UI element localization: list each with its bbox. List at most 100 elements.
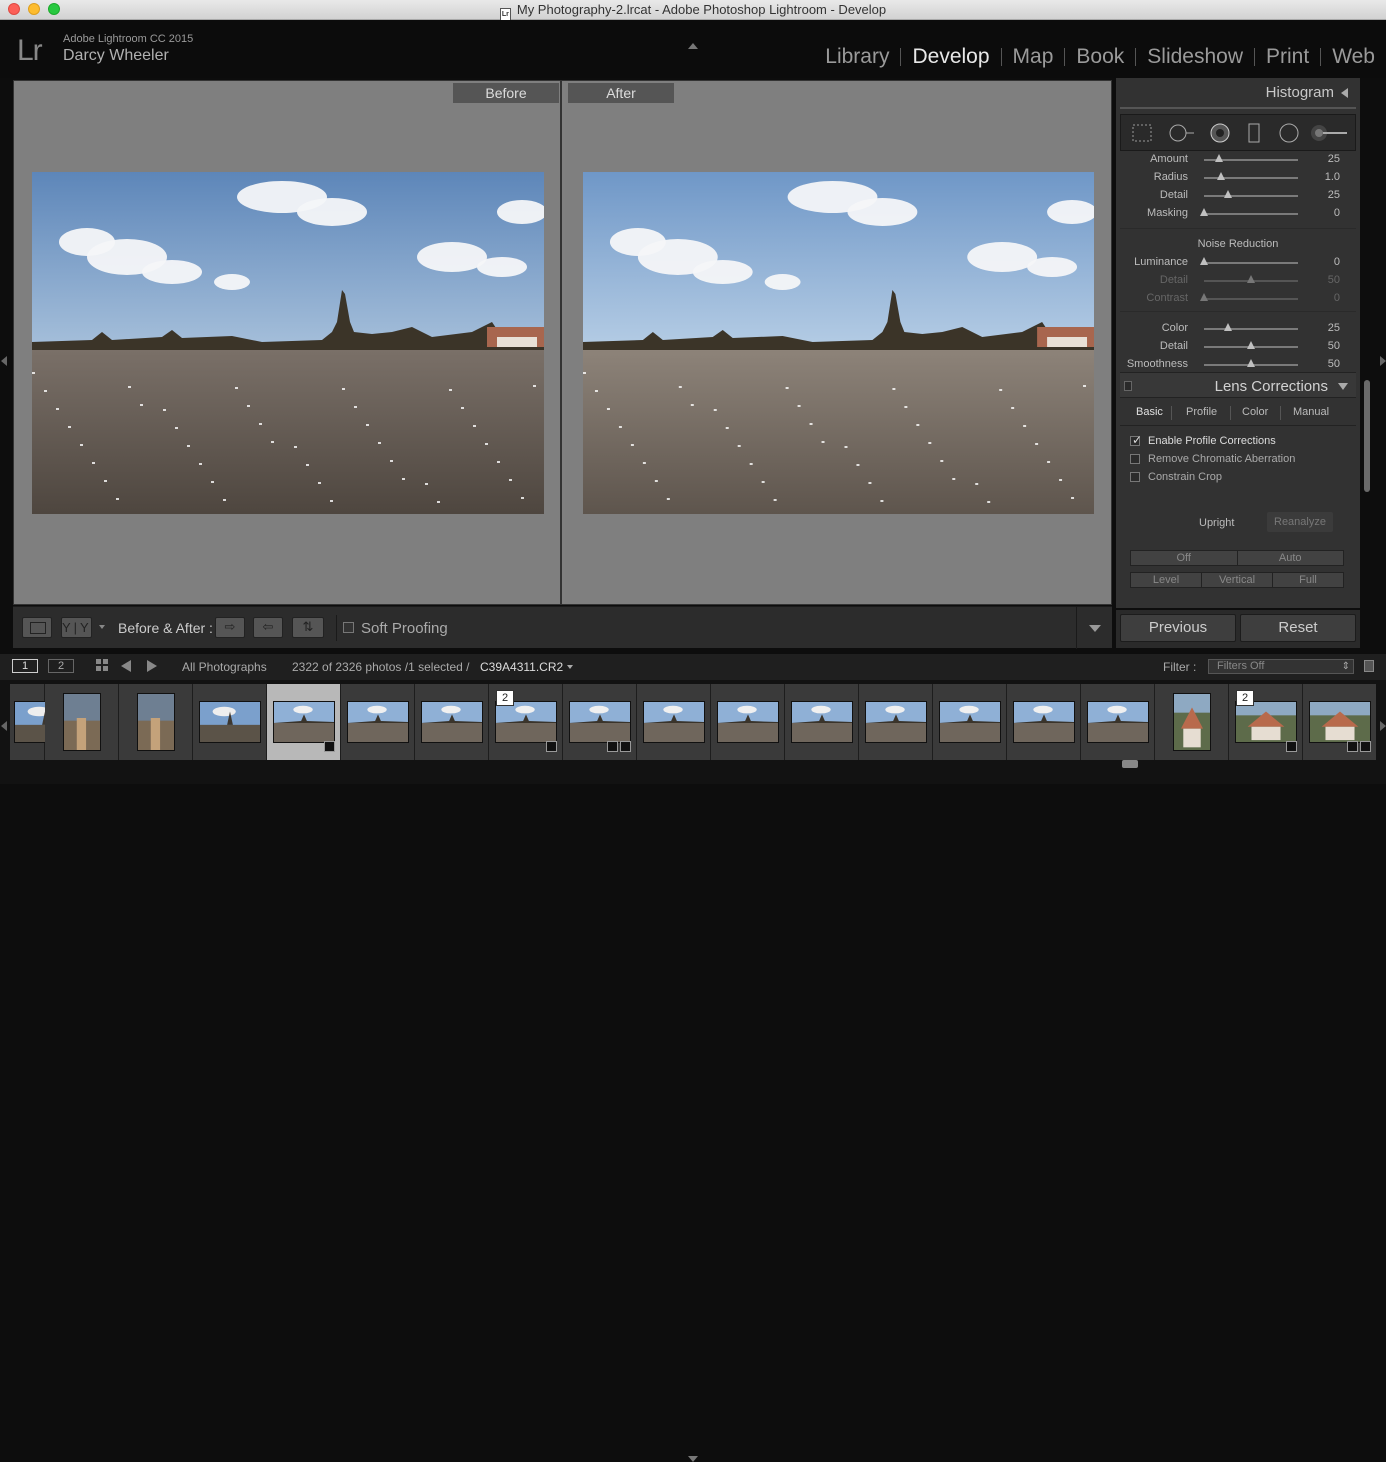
secondary-window-button[interactable]: 2 [48, 659, 74, 673]
spot-removal-icon[interactable] [1167, 123, 1197, 143]
swap-before-after-button[interactable]: ⇅ [292, 617, 324, 638]
collapse-lens-corrections-icon[interactable] [1338, 383, 1348, 390]
slider-value[interactable]: 0 [1334, 256, 1340, 268]
filmstrip-thumbnail[interactable] [563, 684, 637, 760]
slider-value[interactable]: 25 [1328, 189, 1340, 201]
slider-masking[interactable]: Masking 0 [1120, 205, 1356, 223]
slider-thumb[interactable] [1247, 359, 1255, 367]
slider-thumb[interactable] [1200, 293, 1208, 301]
copy-before-to-after-button[interactable]: ⇨ [215, 617, 245, 638]
checkbox[interactable] [1130, 454, 1140, 464]
slider-detail[interactable]: Detail 50 [1120, 272, 1356, 290]
slider-value[interactable]: 0 [1334, 207, 1340, 219]
graduated-filter-icon[interactable] [1243, 123, 1265, 143]
module-map[interactable]: Map [1002, 45, 1065, 69]
slider-thumb[interactable] [1216, 172, 1225, 180]
slider-track[interactable] [1204, 213, 1298, 215]
lens-tab-basic[interactable]: Basic [1136, 406, 1163, 418]
slider-luminance[interactable]: Luminance 0 [1120, 254, 1356, 272]
before-photo[interactable] [32, 172, 544, 514]
filmstrip-thumbnail[interactable]: 2 [489, 684, 563, 760]
collapse-right-panel-icon[interactable] [1380, 356, 1386, 366]
module-develop[interactable]: Develop [901, 45, 1000, 69]
filter-lock-icon[interactable] [1364, 660, 1374, 672]
slider-value[interactable]: 25 [1328, 322, 1340, 334]
module-print[interactable]: Print [1255, 45, 1320, 69]
slider-value[interactable]: 25 [1328, 153, 1340, 165]
go-back-icon[interactable] [121, 660, 131, 672]
slider-detail[interactable]: Detail 25 [1120, 187, 1356, 205]
slider-value[interactable]: 0 [1334, 292, 1340, 304]
filmstrip-thumbnail[interactable] [341, 684, 415, 760]
filmstrip-thumbnail[interactable] [45, 684, 119, 760]
slider-thumb[interactable] [1223, 323, 1232, 331]
checkbox[interactable]: ✓ [1130, 433, 1142, 447]
upright-level-button[interactable]: Level [1131, 573, 1202, 587]
module-slideshow[interactable]: Slideshow [1136, 45, 1254, 69]
slider-radius[interactable]: Radius 1.0 [1120, 169, 1356, 187]
before-after-view-button[interactable]: Y|Y [61, 617, 92, 638]
filmstrip-thumbnail[interactable] [415, 684, 489, 760]
slider-value[interactable]: 1.0 [1325, 171, 1340, 183]
checkbox[interactable] [1130, 472, 1140, 482]
filmstrip-thumbnail[interactable] [637, 684, 711, 760]
slider-value[interactable]: 50 [1328, 340, 1340, 352]
slider-value[interactable]: 50 [1328, 274, 1340, 286]
lens-tab-profile[interactable]: Profile [1186, 406, 1217, 418]
filmstrip-thumbnail[interactable]: 2 [1229, 684, 1303, 760]
collapse-top-panel-icon[interactable] [688, 43, 698, 49]
adjustment-brush-icon[interactable] [1309, 123, 1349, 143]
after-photo[interactable] [583, 172, 1094, 514]
crop-overlay-icon[interactable] [1131, 123, 1153, 143]
histogram-header[interactable]: Histogram [1120, 78, 1356, 106]
radial-filter-icon[interactable] [1278, 123, 1300, 143]
stack-count-badge[interactable]: 2 [1236, 690, 1254, 706]
slider-color[interactable]: Color 25 [1120, 320, 1356, 338]
lens-tab-color[interactable]: Color [1242, 406, 1268, 418]
filmstrip-thumbnail[interactable] [785, 684, 859, 760]
lens-corrections-toggle[interactable] [1124, 381, 1132, 391]
slider-track[interactable] [1204, 195, 1298, 197]
collapse-filmstrip-icon[interactable] [688, 1456, 698, 1462]
lens-tab-manual[interactable]: Manual [1293, 406, 1329, 418]
upright-full-button[interactable]: Full [1273, 573, 1343, 587]
grid-view-icon[interactable] [96, 659, 110, 673]
copy-after-to-before-button[interactable]: ⇦ [253, 617, 283, 638]
filmstrip-thumbnail[interactable] [10, 684, 76, 760]
slider-track[interactable] [1204, 328, 1298, 330]
module-web[interactable]: Web [1321, 45, 1386, 69]
toolbar-content-menu-button[interactable] [1076, 607, 1112, 649]
lens-corrections-header[interactable]: Lens Corrections [1120, 372, 1356, 398]
filmstrip-thumbnail[interactable] [1081, 684, 1155, 760]
slider-track[interactable] [1204, 298, 1298, 300]
reanalyze-button[interactable]: Reanalyze [1267, 512, 1333, 532]
module-book[interactable]: Book [1065, 45, 1135, 69]
filename-dropdown-icon[interactable] [567, 665, 573, 669]
filmstrip-thumbnail[interactable] [1303, 684, 1376, 760]
slider-thumb[interactable] [1200, 257, 1208, 265]
slider-thumb[interactable] [1247, 275, 1255, 283]
filmstrip-thumbnail[interactable] [119, 684, 193, 760]
main-window-button[interactable]: 1 [12, 659, 38, 673]
soft-proofing-checkbox[interactable] [343, 622, 354, 633]
filmstrip-source[interactable]: All Photographs [182, 660, 267, 674]
reset-button[interactable]: Reset [1240, 614, 1356, 642]
upright-vertical-button[interactable]: Vertical [1202, 573, 1273, 587]
slider-thumb[interactable] [1200, 208, 1208, 216]
upright-off-button[interactable]: Off [1131, 551, 1238, 565]
loupe-view-button[interactable] [22, 617, 52, 638]
filmstrip-thumbnail[interactable] [267, 684, 341, 760]
filmstrip-scrollbar[interactable] [1122, 760, 1138, 768]
go-forward-icon[interactable] [147, 660, 157, 672]
slider-thumb[interactable] [1223, 190, 1232, 198]
slider-detail[interactable]: Detail 50 [1120, 338, 1356, 356]
slider-thumb[interactable] [1247, 341, 1255, 349]
slider-contrast[interactable]: Contrast 0 [1120, 290, 1356, 308]
filmstrip-left-icon[interactable] [1, 721, 7, 731]
filmstrip-thumbnail[interactable] [859, 684, 933, 760]
filter-select[interactable]: Filters Off [1208, 659, 1354, 674]
slider-track[interactable] [1204, 262, 1298, 264]
slider-thumb[interactable] [1215, 154, 1224, 162]
filmstrip-thumbnail[interactable] [193, 684, 267, 760]
stack-count-badge[interactable]: 2 [496, 690, 514, 706]
